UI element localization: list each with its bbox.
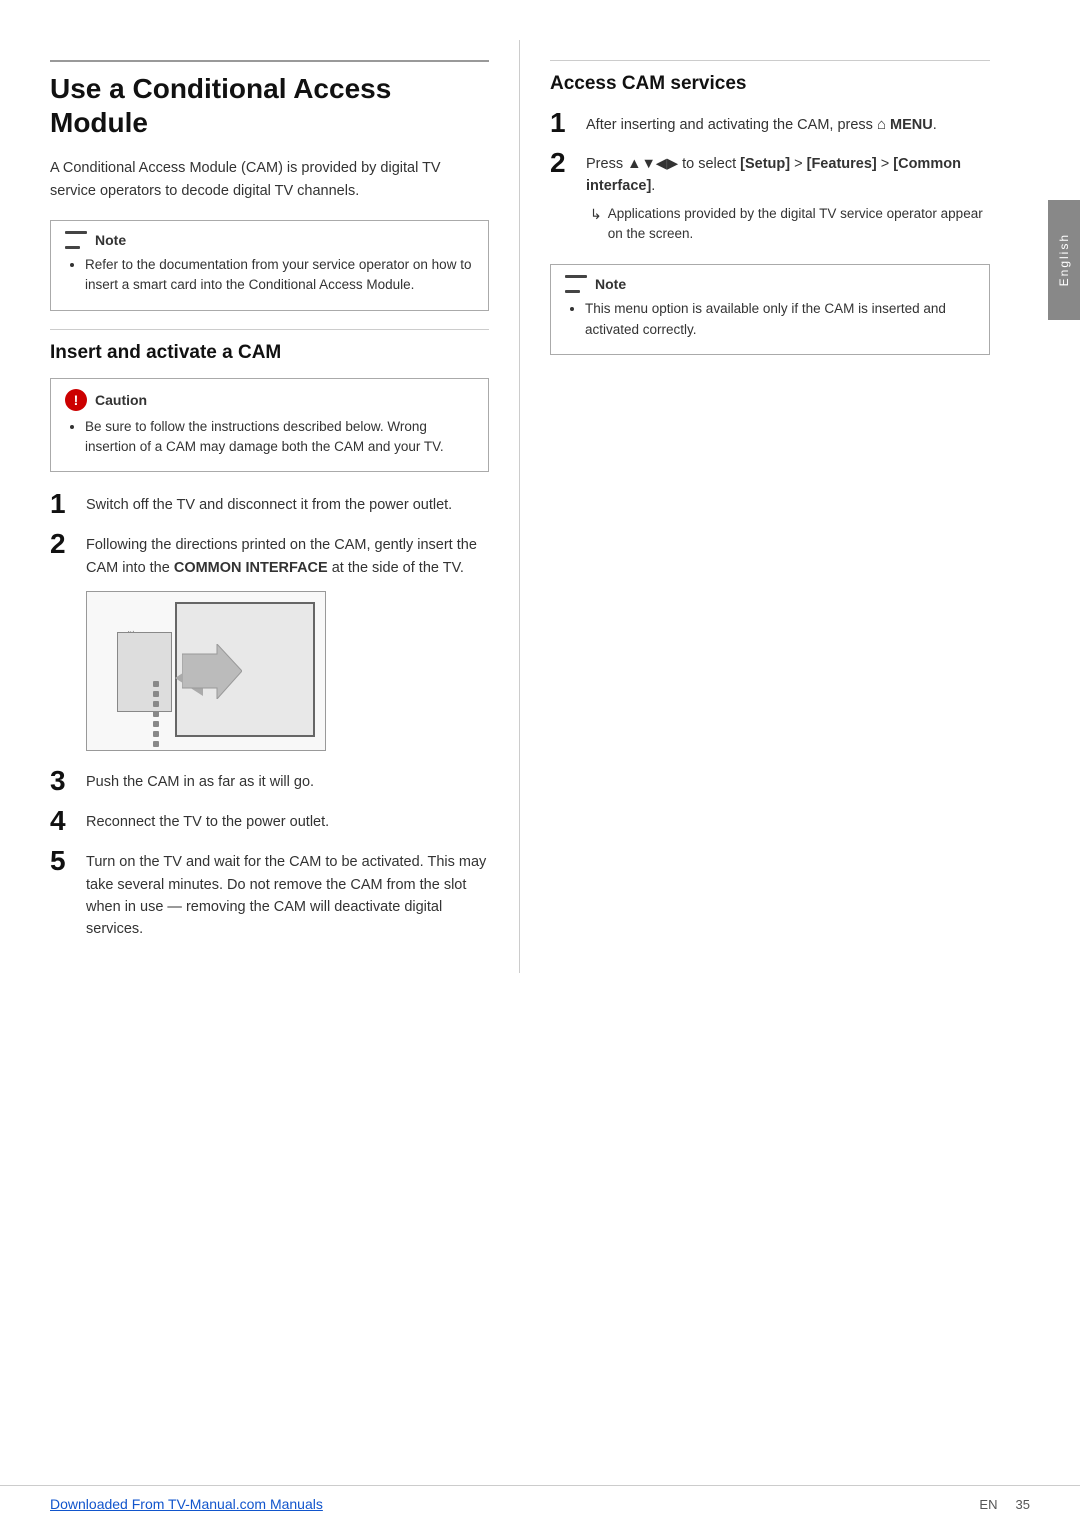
cam-card xyxy=(117,632,172,712)
step-text-4: Reconnect the TV to the power outlet. xyxy=(86,807,329,833)
step-3: 3 Push the CAM in as far as it will go. xyxy=(50,767,489,795)
chip-1 xyxy=(153,681,159,687)
step-number-5: 5 xyxy=(50,847,86,875)
side-label: English xyxy=(1048,200,1080,320)
caution-label: Caution xyxy=(95,392,147,408)
note-bar-bottom xyxy=(65,246,80,249)
caution-body: Be sure to follow the instructions descr… xyxy=(65,417,474,458)
step-text-3: Push the CAM in as far as it will go. xyxy=(86,767,314,793)
step-number-1: 1 xyxy=(50,490,86,518)
step-1: 1 Switch off the TV and disconnect it fr… xyxy=(50,490,489,518)
step-number-4: 4 xyxy=(50,807,86,835)
chip-row xyxy=(153,681,159,747)
right-step-text-1: After inserting and activating the CAM, … xyxy=(586,109,937,136)
features-bracket: [Features] xyxy=(807,156,877,172)
cam-diagram: COMMON INTERFACE xyxy=(86,591,326,751)
insert-arrow-svg xyxy=(182,644,242,699)
side-label-text: English xyxy=(1057,233,1071,286)
note-label-1: Note xyxy=(95,232,126,248)
step-4: 4 Reconnect the TV to the power outlet. xyxy=(50,807,489,835)
menu-text: MENU xyxy=(890,117,933,133)
intro-text: A Conditional Access Module (CAM) is pro… xyxy=(50,157,489,202)
main-title: Use a Conditional Access Module xyxy=(50,60,489,139)
note-body-2: This menu option is available only if th… xyxy=(565,299,975,340)
right-column: Access CAM services 1 After inserting an… xyxy=(520,40,1040,973)
footer-page: EN 35 xyxy=(979,1497,1030,1512)
chip-6 xyxy=(153,731,159,737)
caution-item: Be sure to follow the instructions descr… xyxy=(85,417,474,458)
right-step-number-2: 2 xyxy=(550,149,586,177)
page-container: English Use a Conditional Access Module … xyxy=(0,0,1080,1530)
step-text-2: Following the directions printed on the … xyxy=(86,530,489,579)
note-icon-2 xyxy=(565,275,587,293)
note-box-1: Note Refer to the documentation from you… xyxy=(50,220,489,311)
note-item-2: This menu option is available only if th… xyxy=(585,299,975,340)
note-bar-top-2 xyxy=(565,275,587,278)
footer-en-label: EN xyxy=(979,1497,997,1512)
footer-link[interactable]: Downloaded From TV-Manual.com Manuals xyxy=(50,1496,323,1512)
right-step-text-2: Press ▲▼◀▶ to select [Setup] > [Features… xyxy=(586,149,990,244)
sub-bullet-text: Applications provided by the digital TV … xyxy=(608,204,990,245)
sub-bullet: ↳ Applications provided by the digital T… xyxy=(590,204,990,245)
left-column: Use a Conditional Access Module A Condit… xyxy=(0,40,520,973)
footer: Downloaded From TV-Manual.com Manuals EN… xyxy=(0,1485,1080,1512)
right-step-2: 2 Press ▲▼◀▶ to select [Setup] > [Featur… xyxy=(550,149,990,244)
step-number-2: 2 xyxy=(50,530,86,558)
home-icon: ⌂ xyxy=(877,116,886,133)
right-step-1: 1 After inserting and activating the CAM… xyxy=(550,109,990,137)
chip-7 xyxy=(153,741,159,747)
note-item-1: Refer to the documentation from your ser… xyxy=(85,255,474,296)
note-bar-top xyxy=(65,231,87,234)
right-step-number-1: 1 xyxy=(550,109,586,137)
note-header-1: Note xyxy=(65,231,474,249)
chip-3 xyxy=(153,701,159,707)
caution-icon: ! xyxy=(65,389,87,411)
note-bar-bottom-2 xyxy=(565,290,580,293)
step-number-3: 3 xyxy=(50,767,86,795)
footer-page-number: 35 xyxy=(1016,1497,1030,1512)
step-text-5: Turn on the TV and wait for the CAM to b… xyxy=(86,847,489,941)
step-text-1: Switch off the TV and disconnect it from… xyxy=(86,490,452,516)
chip-5 xyxy=(153,721,159,727)
note-header-2: Note xyxy=(565,275,975,293)
arrow-right-icon: ↳ xyxy=(590,204,602,225)
caution-header: ! Caution xyxy=(65,389,474,411)
note-icon-1 xyxy=(65,231,87,249)
chip-2 xyxy=(153,691,159,697)
note-body-1: Refer to the documentation from your ser… xyxy=(65,255,474,296)
note-box-2: Note This menu option is available only … xyxy=(550,264,990,355)
two-col-layout: Use a Conditional Access Module A Condit… xyxy=(0,40,1080,973)
note-label-2: Note xyxy=(595,276,626,292)
setup-bracket: [Setup] xyxy=(740,156,790,172)
caution-box: ! Caution Be sure to follow the instruct… xyxy=(50,378,489,473)
chip-4 xyxy=(153,711,159,717)
bold-common-interface: COMMON INTERFACE xyxy=(174,560,328,576)
section-heading-access: Access CAM services xyxy=(550,60,990,95)
section-heading-insert: Insert and activate a CAM xyxy=(50,329,489,364)
step-5: 5 Turn on the TV and wait for the CAM to… xyxy=(50,847,489,941)
step-2: 2 Following the directions printed on th… xyxy=(50,530,489,579)
